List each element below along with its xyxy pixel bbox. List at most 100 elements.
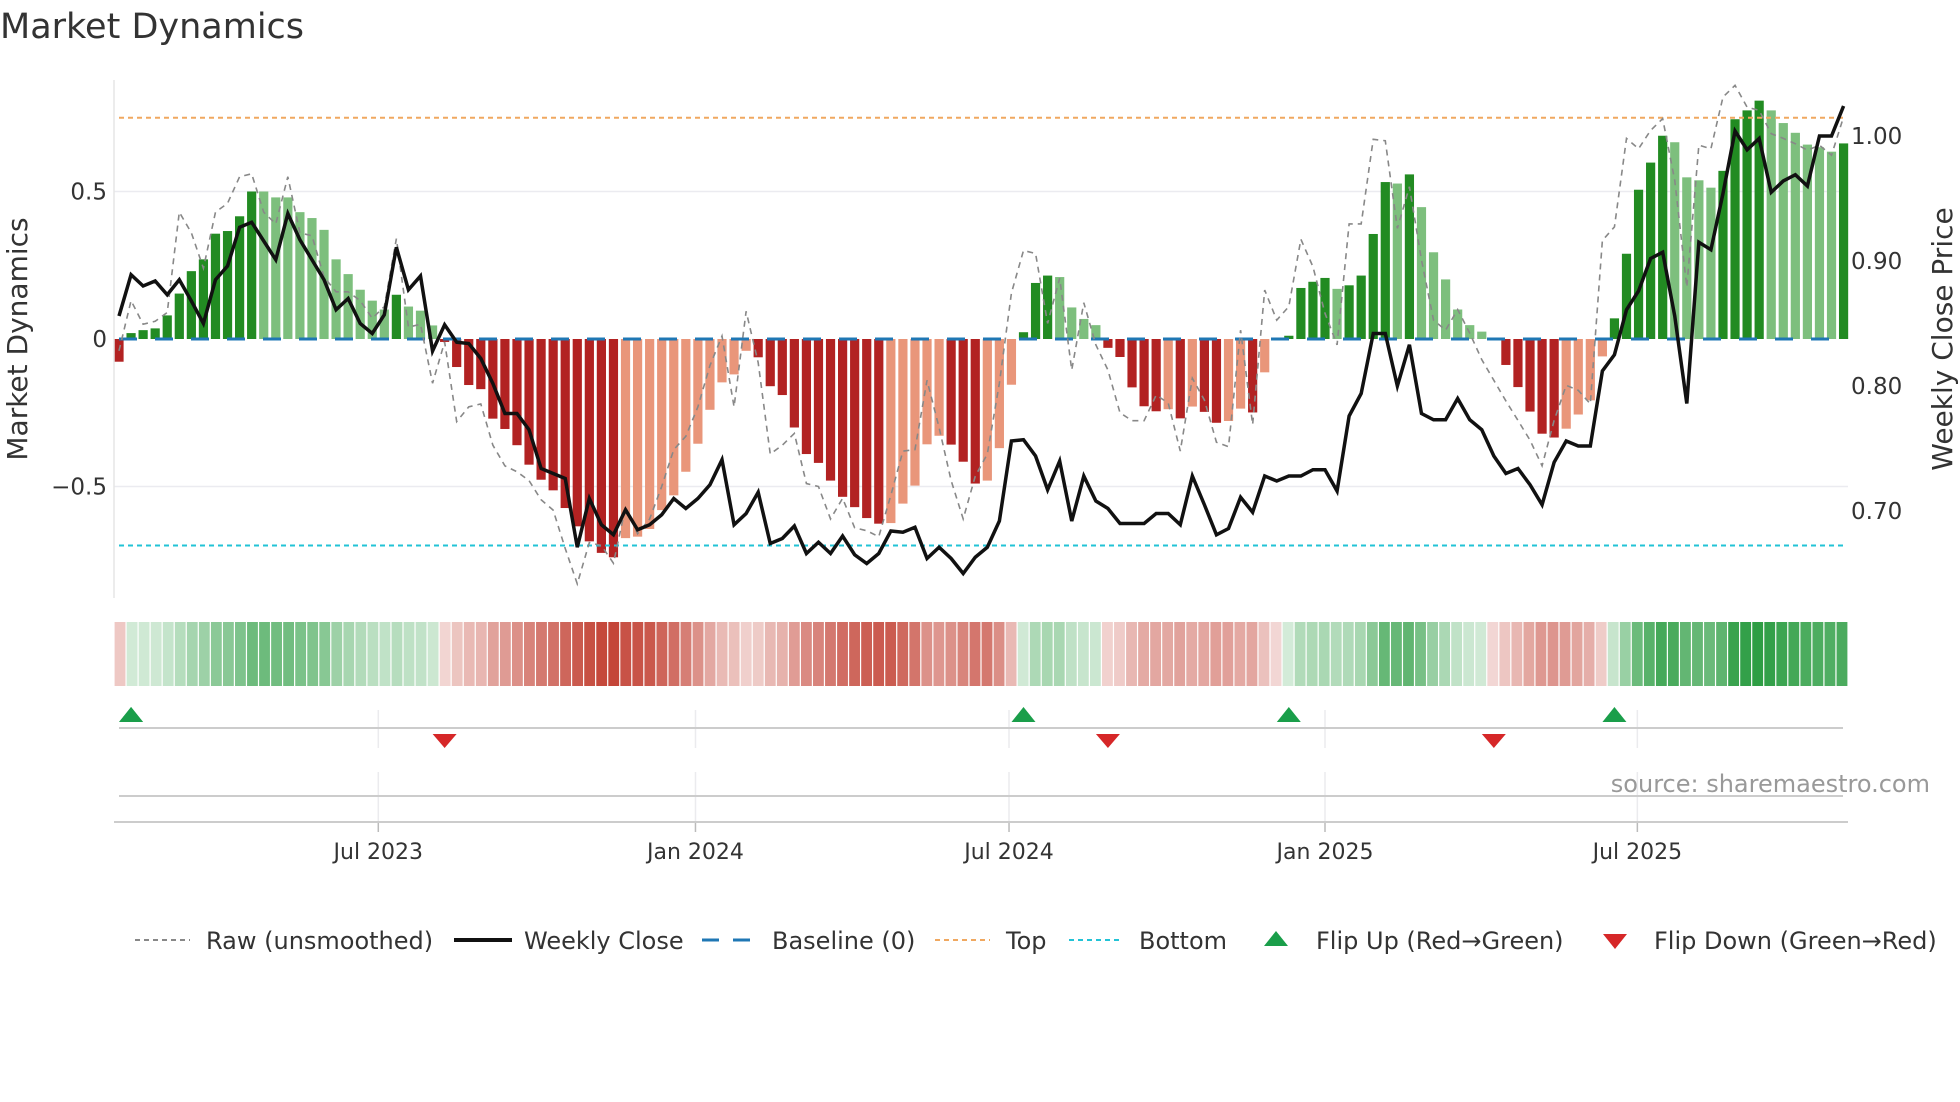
momentum-bar <box>512 339 522 446</box>
heat-strip-cell <box>283 622 295 686</box>
heat-strip-cell <box>331 622 343 686</box>
heat-strip-cell <box>1643 622 1655 686</box>
momentum-bar <box>1091 325 1101 339</box>
heat-strip-cell <box>572 622 584 686</box>
heat-strip-cell <box>1523 622 1535 686</box>
momentum-bar <box>1175 339 1185 419</box>
heat-strip-cell <box>1330 622 1342 686</box>
y2-axis-label: Weekly Close Price <box>1926 207 1959 470</box>
momentum-bar <box>789 339 799 428</box>
momentum-bar <box>741 339 751 351</box>
heat-strip-cell <box>391 622 403 686</box>
legend-label-top: Top <box>1005 927 1047 955</box>
heat-strip-cell <box>1354 622 1366 686</box>
heat-strip-cell <box>1138 622 1149 686</box>
heat-strip-cell <box>993 622 1005 686</box>
x-tick-label: Jan 2024 <box>645 840 744 865</box>
heat-strip-cell <box>1415 622 1426 686</box>
heat-strip-cell <box>1511 622 1523 686</box>
momentum-bar <box>1609 318 1620 339</box>
heat-strip-cell <box>1029 622 1041 686</box>
heat-strip-cell <box>1378 622 1390 686</box>
heat-strip-cell <box>1704 622 1715 686</box>
heat-strip-cell <box>1186 622 1198 686</box>
heat-strip-cell <box>1812 622 1824 686</box>
heat-strip-cell <box>222 622 234 686</box>
heat-strip-cell <box>1764 622 1776 686</box>
legend-label-bottom: Bottom <box>1139 927 1227 955</box>
heat-strip-cell <box>668 622 680 686</box>
heat-strip-cell <box>716 622 728 686</box>
heat-strip-cell <box>1692 622 1703 686</box>
heat-strip-cell <box>1162 622 1174 686</box>
heat-strip-cell <box>644 622 656 686</box>
heat-strip-cell <box>548 622 559 686</box>
momentum-bar <box>874 339 884 524</box>
heat-strip-cell <box>271 622 282 686</box>
heat-strip-cell <box>1535 622 1547 686</box>
momentum-bar <box>1706 187 1716 339</box>
heat-strip-cell <box>487 622 499 686</box>
momentum-bar <box>1453 309 1463 339</box>
momentum-bar <box>548 339 558 491</box>
heat-strip-cell <box>367 622 379 686</box>
heat-strip-cell <box>1126 622 1137 686</box>
heat-strip-cell <box>126 622 138 686</box>
heat-strip-cell <box>632 622 644 686</box>
heat-strip-cell <box>1800 622 1812 686</box>
heat-strip-cell <box>560 622 571 686</box>
momentum-bar <box>500 339 510 429</box>
heat-strip-cell <box>1752 622 1764 686</box>
heat-strip-cell <box>945 622 957 686</box>
momentum-bar <box>1308 281 1318 339</box>
heat-strip-cell <box>620 622 632 686</box>
heat-strip-cell <box>704 622 716 686</box>
momentum-bar <box>946 339 956 445</box>
heat-strip-cell <box>1583 622 1595 686</box>
momentum-bar <box>934 339 944 436</box>
raw-unsmoothed-line <box>118 83 1845 587</box>
heat-strip-cell <box>403 622 415 686</box>
heat-strip-cell <box>1150 622 1162 686</box>
momentum-bar <box>1368 233 1378 339</box>
flip-down-marker <box>1481 734 1506 748</box>
momentum-bar <box>1441 279 1451 339</box>
momentum-bar <box>1320 277 1330 339</box>
heat-strip-cell <box>1499 622 1511 686</box>
y2-tick-label: 0.80 <box>1851 374 1902 400</box>
momentum-bar <box>271 197 281 339</box>
x-tick-label: Jul 2025 <box>1591 840 1683 865</box>
momentum-bar <box>825 339 836 481</box>
momentum-bar <box>1501 339 1511 365</box>
momentum-bar <box>1573 339 1583 415</box>
heat-strip-cell <box>1595 622 1607 686</box>
momentum-bar <box>162 315 172 339</box>
heat-strip-cell <box>307 622 319 686</box>
heat-strip-cell <box>1716 622 1727 686</box>
heat-strip-cell <box>969 622 981 686</box>
momentum-bar <box>1814 147 1825 339</box>
heat-strip-cell <box>933 622 945 686</box>
y-tick-label: −0.5 <box>51 475 107 501</box>
momentum-bar <box>753 339 763 358</box>
momentum-bar <box>307 218 317 339</box>
x-axis: Jul 2023 Jan 2024 Jul 2024 Jan 2025 Jul 2025 <box>114 710 1848 865</box>
heat-strip-cell <box>235 622 246 686</box>
heat-strip-cell <box>1366 622 1378 686</box>
heat-strip-cell <box>1318 622 1330 686</box>
heat-strip-cell <box>198 622 210 686</box>
momentum-bar <box>813 339 824 463</box>
momentum-bar <box>1115 339 1125 357</box>
heat-strip-cell <box>1102 622 1113 686</box>
legend-flip-down-icon <box>1603 934 1627 949</box>
legend: Raw (unsmoothed) Weekly Close Baseline (0)… <box>135 927 1937 955</box>
momentum-bar <box>669 339 679 496</box>
heat-strip-cell <box>1680 622 1691 686</box>
heat-strip-cell <box>451 622 463 686</box>
heat-strip-cell <box>837 622 848 686</box>
heat-strip-cell <box>138 622 150 686</box>
momentum-bar <box>693 339 703 444</box>
momentum-bar <box>970 339 980 484</box>
momentum-bar <box>850 339 860 508</box>
heat-strip-cell <box>680 622 692 686</box>
